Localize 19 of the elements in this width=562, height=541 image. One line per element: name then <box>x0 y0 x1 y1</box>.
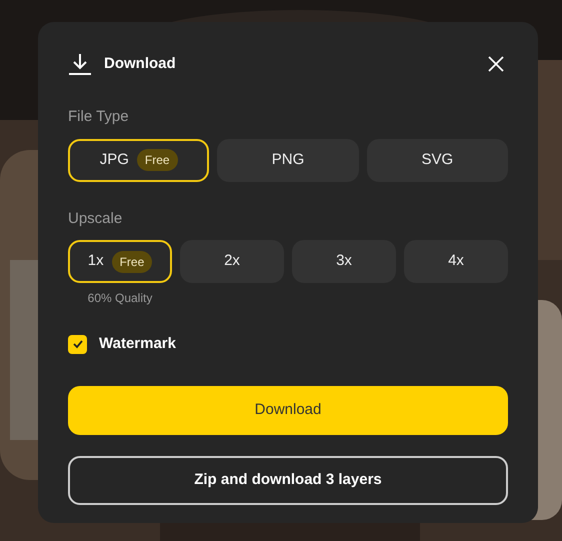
free-badge: Free <box>112 250 152 272</box>
download-button[interactable]: Download <box>68 386 508 434</box>
watermark-checkbox[interactable] <box>68 334 87 354</box>
option-button[interactable]: 1x Free <box>68 240 172 283</box>
dialog-title: Download <box>104 54 176 74</box>
option-button[interactable]: 4x <box>404 240 508 283</box>
option-button[interactable]: 2x <box>180 240 284 283</box>
download-icon <box>68 52 92 76</box>
check-icon <box>72 338 84 350</box>
option-button[interactable]: JPG Free <box>68 138 210 182</box>
free-badge: Free <box>136 149 178 171</box>
quality-note: 60% Quality <box>88 290 152 307</box>
section-label: File Type <box>68 107 130 127</box>
option-button[interactable]: 3x <box>292 240 396 283</box>
option-button[interactable]: PNG <box>217 138 359 182</box>
watermark-label: Watermark <box>99 334 176 354</box>
option-button[interactable]: SVG <box>366 138 508 182</box>
section-label: Upscale <box>68 208 124 228</box>
zip-download-button[interactable]: Zip and download 3 layers <box>68 456 508 504</box>
